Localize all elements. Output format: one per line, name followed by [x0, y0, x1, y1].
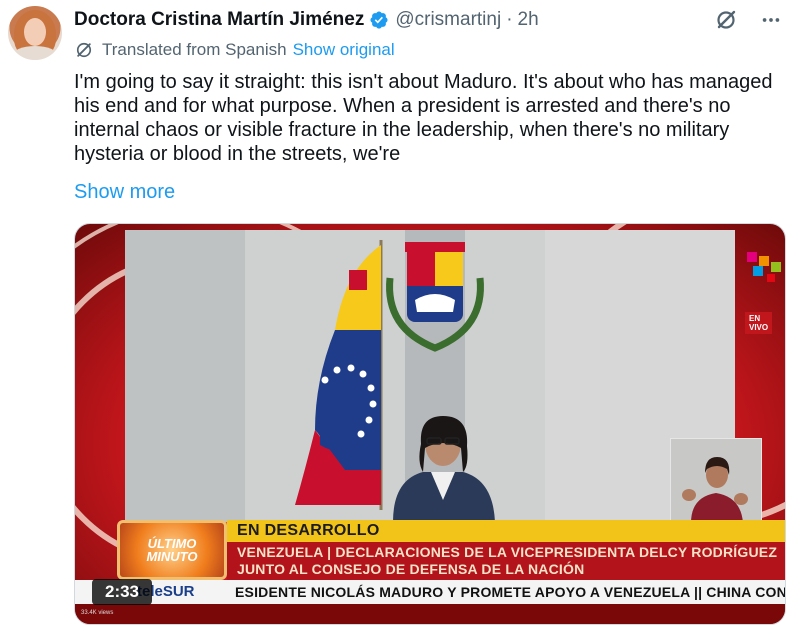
author-avatar[interactable]	[8, 6, 62, 60]
verified-badge-icon[interactable]	[369, 10, 389, 30]
ticker-text: ESIDENTE NICOLÁS MADURO Y PROMETE APOYO …	[235, 584, 786, 600]
subline-text-1: VENEZUELA | DECLARACIONES DE LA VICEPRES…	[237, 544, 778, 560]
show-more-link[interactable]: Show more	[74, 181, 175, 204]
headline-bar: EN DESARROLLO	[227, 520, 785, 542]
live-badge: EN VIVO	[745, 312, 773, 334]
separator-dot: ·	[506, 9, 513, 30]
ultimo-minuto-badge: ÚLTIMO MINUTO	[117, 520, 227, 580]
video-frame: EN VIVO	[125, 230, 781, 524]
speaker-person	[393, 416, 495, 522]
show-original-link[interactable]: Show original	[293, 40, 395, 60]
more-icon[interactable]	[760, 9, 782, 31]
tweet-header: Doctora Cristina Martín Jiménez @crismar…	[74, 8, 539, 32]
telesur-logo	[747, 252, 781, 282]
grok-icon[interactable]	[714, 8, 738, 32]
news-ticker: teleSUR ESIDENTE NICOLÁS MADURO Y PROMET…	[75, 580, 786, 604]
translation-notice: Translated from Spanish Show original	[74, 40, 395, 60]
tweet-actions-top	[714, 8, 782, 32]
ticker-footer: 33.4K views	[75, 604, 785, 624]
author-handle[interactable]: @crismartinj	[395, 9, 501, 31]
subline-text-2: JUNTO AL CONSEJO DE DEFENSA DE LA NACIÓN	[237, 561, 585, 577]
viewer-count: 33.4K views	[81, 610, 114, 616]
author-name[interactable]: Doctora Cristina Martín Jiménez	[74, 9, 364, 31]
tweet-time[interactable]: 2h	[518, 9, 539, 31]
sign-language-interpreter	[670, 438, 762, 524]
coat-of-arms	[386, 242, 484, 352]
tweet-text: I'm going to say it straight: this isn't…	[74, 71, 773, 165]
headline-text: EN DESARROLLO	[237, 522, 380, 539]
translated-label: Translated from Spanish	[102, 40, 287, 59]
video-player[interactable]: EN VIVO ÚLTIMO MINUTO EN DESARROLLO VENE…	[74, 223, 786, 625]
subline-bar: VENEZUELA | DECLARACIONES DE LA VICEPRES…	[227, 542, 785, 580]
translate-icon	[76, 42, 92, 58]
video-duration: 2:33	[92, 579, 152, 605]
